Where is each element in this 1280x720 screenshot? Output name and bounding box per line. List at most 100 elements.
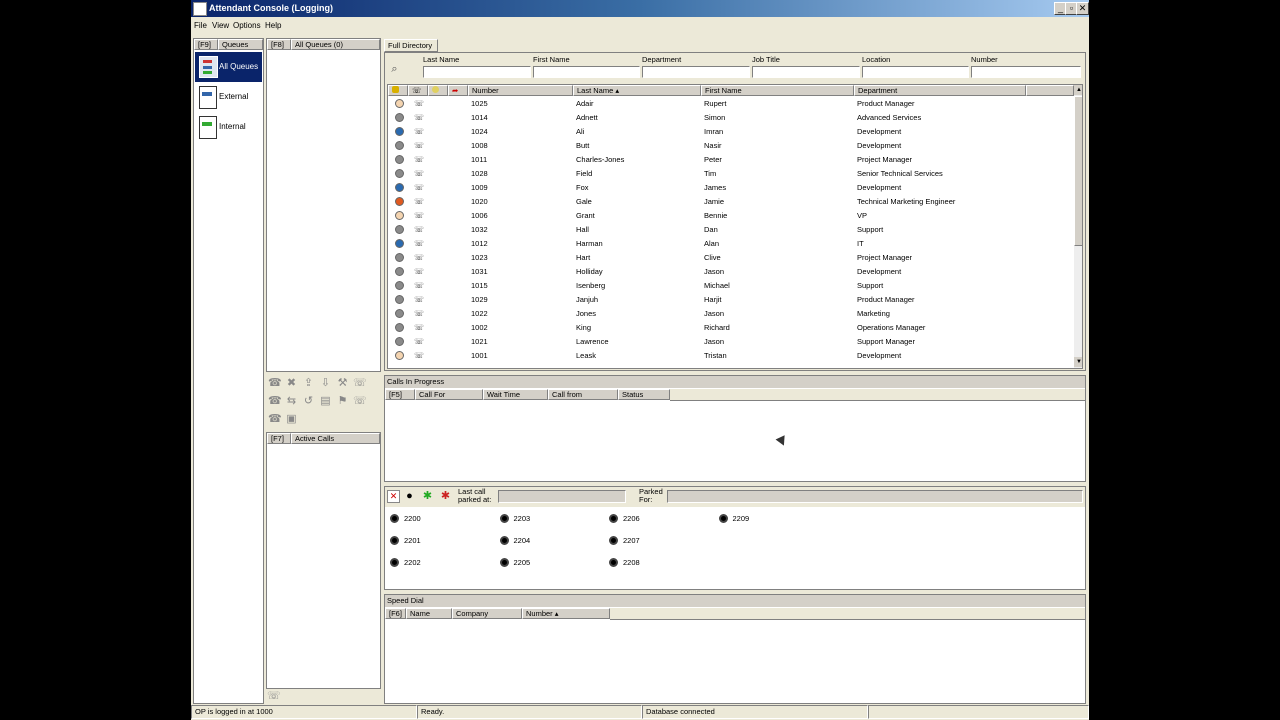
- queue-calls-header[interactable]: All Queues (0): [291, 39, 380, 50]
- transfer-icon[interactable]: ⇪: [302, 377, 315, 390]
- col-department[interactable]: Department: [854, 85, 1026, 96]
- table-row[interactable]: ☏ 1008 Butt Nasir Development: [388, 139, 1074, 153]
- park-slot-label[interactable]: 2205: [514, 558, 531, 567]
- park-slot-icon[interactable]: [499, 558, 509, 567]
- forward-icon[interactable]: ☎: [268, 413, 282, 426]
- park-slot-icon[interactable]: [609, 514, 618, 523]
- speed-dial-key: [F6]: [385, 608, 406, 619]
- menu-options[interactable]: Options: [233, 21, 261, 30]
- search-last-name-input[interactable]: [423, 66, 531, 78]
- park-slot-label[interactable]: 2202: [404, 558, 421, 567]
- park-slot-icon[interactable]: [609, 536, 618, 545]
- col-first-name[interactable]: First Name: [701, 85, 854, 96]
- queue-item-all[interactable]: All Queues: [195, 52, 262, 82]
- table-row[interactable]: ☏ 1024 Ali Imran Development: [388, 125, 1074, 139]
- col-note[interactable]: [428, 85, 448, 96]
- title-bar[interactable]: Attendant Console (Logging) _ ▫ ✕: [191, 0, 1089, 17]
- table-row[interactable]: ☏ 1032 Hall Dan Support: [388, 223, 1074, 237]
- col-status-calls[interactable]: Status: [618, 389, 670, 400]
- table-row[interactable]: ☏ 1023 Hart Clive Project Manager: [388, 251, 1074, 265]
- col-last-name[interactable]: Last Name ▴: [573, 85, 701, 96]
- park-slot-label[interactable]: 2209: [733, 514, 750, 523]
- park-slot-label[interactable]: 2206: [623, 514, 640, 523]
- phone-icon[interactable]: ☏: [267, 690, 281, 703]
- close-button[interactable]: ✕: [1076, 2, 1089, 15]
- conference-icon[interactable]: ⚒: [336, 377, 349, 390]
- record-icon[interactable]: ☏: [353, 395, 367, 408]
- park-slot-icon[interactable]: [499, 536, 509, 545]
- scroll-thumb[interactable]: [1074, 96, 1082, 246]
- park-dot-icon[interactable]: ●: [403, 490, 416, 503]
- park-icon[interactable]: ☏: [353, 377, 367, 390]
- table-row[interactable]: ☏ 1025 Adair Rupert Product Manager: [388, 97, 1074, 111]
- search-number-input[interactable]: [971, 66, 1081, 78]
- col-speed-company[interactable]: Company: [452, 608, 522, 619]
- queues-tab[interactable]: Queues: [218, 39, 263, 50]
- redial-icon[interactable]: ⇆: [285, 395, 298, 408]
- search-first-name-input[interactable]: [533, 66, 640, 78]
- hold-icon[interactable]: ⇩: [319, 377, 332, 390]
- message-icon[interactable]: ▤: [319, 395, 332, 408]
- dial-icon[interactable]: ☎: [268, 395, 282, 408]
- park-slot-label[interactable]: 2200: [404, 514, 421, 523]
- table-row[interactable]: ☏ 1006 Grant Bennie VP: [388, 209, 1074, 223]
- table-row[interactable]: ☏ 1015 Isenberg Michael Support: [388, 279, 1074, 293]
- park-slot-icon[interactable]: [390, 536, 399, 545]
- queue-item-external[interactable]: External: [195, 82, 262, 112]
- col-phone[interactable]: ☏: [408, 85, 428, 96]
- park-slot-icon[interactable]: [499, 514, 509, 523]
- unpark-icon[interactable]: ✕: [387, 490, 400, 503]
- table-row[interactable]: ☏ 1028 Field Tim Senior Technical Services: [388, 167, 1074, 181]
- table-row[interactable]: ☏ 1011 Charles-Jones Peter Project Manager: [388, 153, 1074, 167]
- park-slot-label[interactable]: 2204: [514, 536, 531, 545]
- search-icon[interactable]: ⌕: [388, 63, 401, 76]
- col-call-for[interactable]: Call For: [415, 389, 483, 400]
- tab-full-directory[interactable]: Full Directory: [384, 39, 438, 52]
- search-job-title-input[interactable]: [752, 66, 860, 78]
- park-slot-label[interactable]: 2201: [404, 536, 421, 545]
- park-slot-icon[interactable]: [609, 558, 618, 567]
- directory-scrollbar[interactable]: ▲ ▼: [1074, 85, 1082, 368]
- col-wait-time[interactable]: Wait Time: [483, 389, 548, 400]
- queue-item-internal[interactable]: Internal: [195, 112, 262, 142]
- table-row[interactable]: ☏ 1002 King Richard Operations Manager: [388, 321, 1074, 335]
- table-row[interactable]: ☏ 1020 Gale Jamie Technical Marketing Engine…: [388, 195, 1074, 209]
- col-number[interactable]: Number: [468, 85, 573, 96]
- answer-icon[interactable]: ☎: [268, 377, 282, 390]
- col-status[interactable]: [388, 85, 408, 96]
- table-row[interactable]: ☏ 1014 Adnett Simon Advanced Services: [388, 111, 1074, 125]
- park-slot-label[interactable]: 2203: [514, 514, 531, 523]
- table-row[interactable]: ☏ 1009 Fox James Development: [388, 181, 1074, 195]
- scroll-down-icon[interactable]: ▼: [1074, 357, 1082, 367]
- park-red-icon[interactable]: ✱: [439, 490, 452, 503]
- park-slot-icon[interactable]: [718, 514, 728, 523]
- row-number: 1024: [471, 127, 488, 136]
- table-row[interactable]: ☏ 1012 Harman Alan IT: [388, 237, 1074, 251]
- col-forward[interactable]: ➦: [448, 85, 468, 96]
- menu-view[interactable]: View: [212, 21, 229, 30]
- retrieve-icon[interactable]: ↺: [302, 395, 315, 408]
- col-speed-number[interactable]: Number ▴: [522, 608, 610, 619]
- split-icon[interactable]: ▣: [285, 413, 298, 426]
- col-speed-name[interactable]: Name: [406, 608, 452, 619]
- menu-file[interactable]: File: [194, 21, 207, 30]
- status-db: Database connected: [642, 705, 868, 719]
- search-location-input[interactable]: [862, 66, 969, 78]
- table-row[interactable]: ☏ 1022 Jones Jason Marketing: [388, 307, 1074, 321]
- menu-help[interactable]: Help: [265, 21, 281, 30]
- table-row[interactable]: ☏ 1021 Lawrence Jason Support Manager: [388, 335, 1074, 349]
- active-calls-header[interactable]: Active Calls: [291, 433, 380, 444]
- mute-icon[interactable]: ⚑: [336, 395, 349, 408]
- park-slot-icon[interactable]: [390, 558, 399, 567]
- park-green-icon[interactable]: ✱: [421, 490, 434, 503]
- table-row[interactable]: ☏ 1031 Holliday Jason Development: [388, 265, 1074, 279]
- search-department-input[interactable]: [642, 66, 750, 78]
- scroll-up-icon[interactable]: ▲: [1074, 85, 1082, 95]
- park-slot-icon[interactable]: [390, 514, 399, 523]
- table-row[interactable]: ☏ 1029 Janjuh Harjit Product Manager: [388, 293, 1074, 307]
- hangup-icon[interactable]: ✖: [285, 377, 298, 390]
- col-call-from[interactable]: Call from: [548, 389, 618, 400]
- park-slot-label[interactable]: 2208: [623, 558, 640, 567]
- table-row[interactable]: ☏ 1001 Leask Tristan Development: [388, 349, 1074, 363]
- park-slot-label[interactable]: 2207: [623, 536, 640, 545]
